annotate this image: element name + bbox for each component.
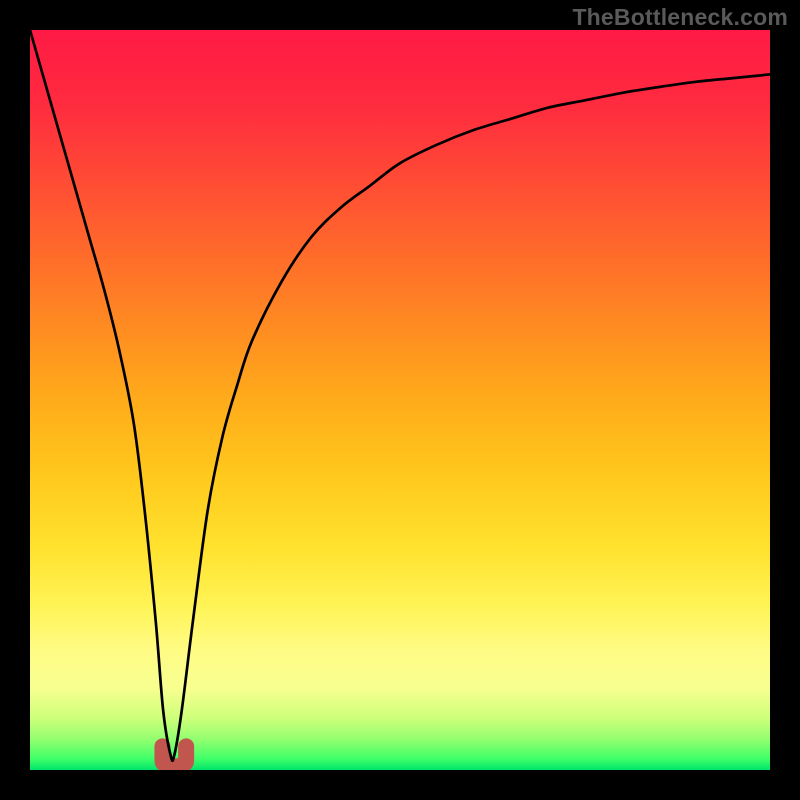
bottleneck-curve <box>30 30 770 761</box>
curve-layer <box>30 30 770 770</box>
chart-frame: TheBottleneck.com <box>0 0 800 800</box>
watermark-text: TheBottleneck.com <box>572 4 788 31</box>
plot-area <box>30 30 770 770</box>
